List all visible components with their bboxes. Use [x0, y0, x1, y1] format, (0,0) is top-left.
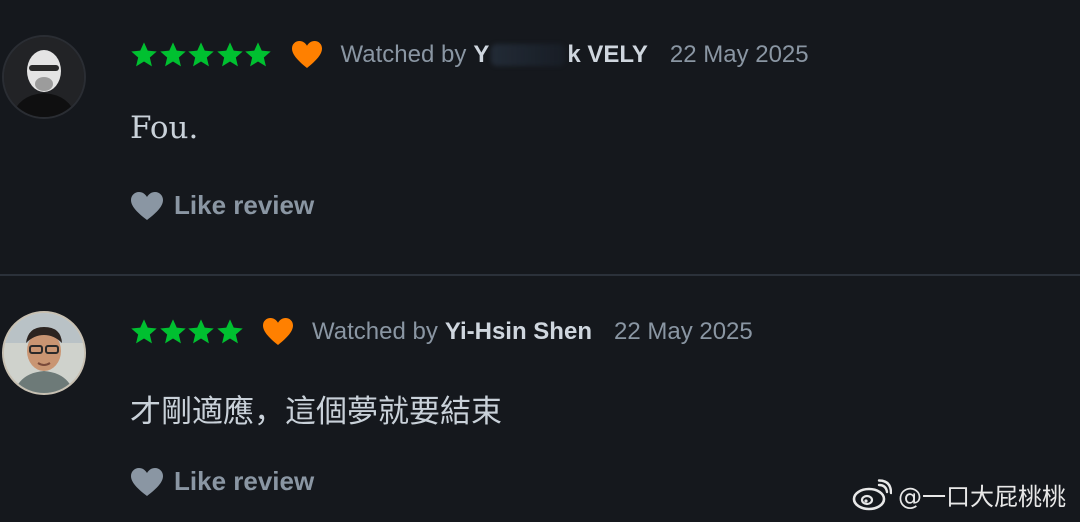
- like-review-label: Like review: [174, 466, 315, 496]
- like-review-label: Like review: [174, 190, 315, 220]
- avatar-image: [4, 37, 84, 117]
- like-review-button[interactable]: Like review: [130, 190, 314, 221]
- avatar-image: [4, 313, 84, 393]
- like-heart-icon: [131, 191, 163, 220]
- reviewer-name[interactable]: Yi-Hsin Shen: [445, 318, 592, 346]
- review-item-1: Watched by Yk VELY 22 May 2025 Fou. Like…: [0, 0, 1080, 275]
- review-date[interactable]: 22 May 2025: [614, 318, 753, 346]
- watermark-text: @一口大屁桃桃: [898, 483, 1066, 511]
- liked-heart-icon: [263, 318, 293, 345]
- liked-heart-icon: [291, 41, 322, 68]
- star-icon: [131, 42, 157, 67]
- review-text: Fou.: [130, 110, 199, 146]
- redacted-name-blur: [491, 44, 566, 66]
- review-meta: Watched by Yk VELY 22 May 2025: [130, 35, 809, 75]
- star-icon: [159, 42, 186, 67]
- star-icon: [245, 42, 271, 67]
- review-text: 才剛適應，這個夢就要結束: [130, 394, 502, 430]
- reviewer-name-end: k VELY: [567, 41, 648, 68]
- star-icon: [188, 319, 214, 344]
- reviewer-name-start: Y: [473, 41, 490, 68]
- weibo-icon: [852, 478, 892, 510]
- star-icon: [216, 42, 243, 67]
- reviewer-name[interactable]: Yk VELY: [473, 41, 648, 69]
- reviewer-avatar[interactable]: [2, 35, 86, 119]
- rating-stars: [130, 41, 273, 69]
- watched-by-label: Watched by: [312, 318, 438, 345]
- star-icon: [131, 319, 157, 344]
- rating-stars: [130, 318, 244, 346]
- like-review-button[interactable]: Like review: [130, 466, 314, 497]
- review-date[interactable]: 22 May 2025: [670, 41, 809, 69]
- star-icon: [188, 42, 214, 67]
- like-heart-icon: [131, 467, 163, 496]
- weibo-watermark: @一口大屁桃桃: [852, 477, 1066, 512]
- review-meta: Watched by Yi-Hsin Shen 22 May 2025: [130, 312, 753, 352]
- star-icon: [216, 319, 243, 344]
- star-icon: [159, 319, 186, 344]
- watched-by-label: Watched by: [340, 41, 467, 68]
- reviewer-avatar[interactable]: [2, 311, 86, 395]
